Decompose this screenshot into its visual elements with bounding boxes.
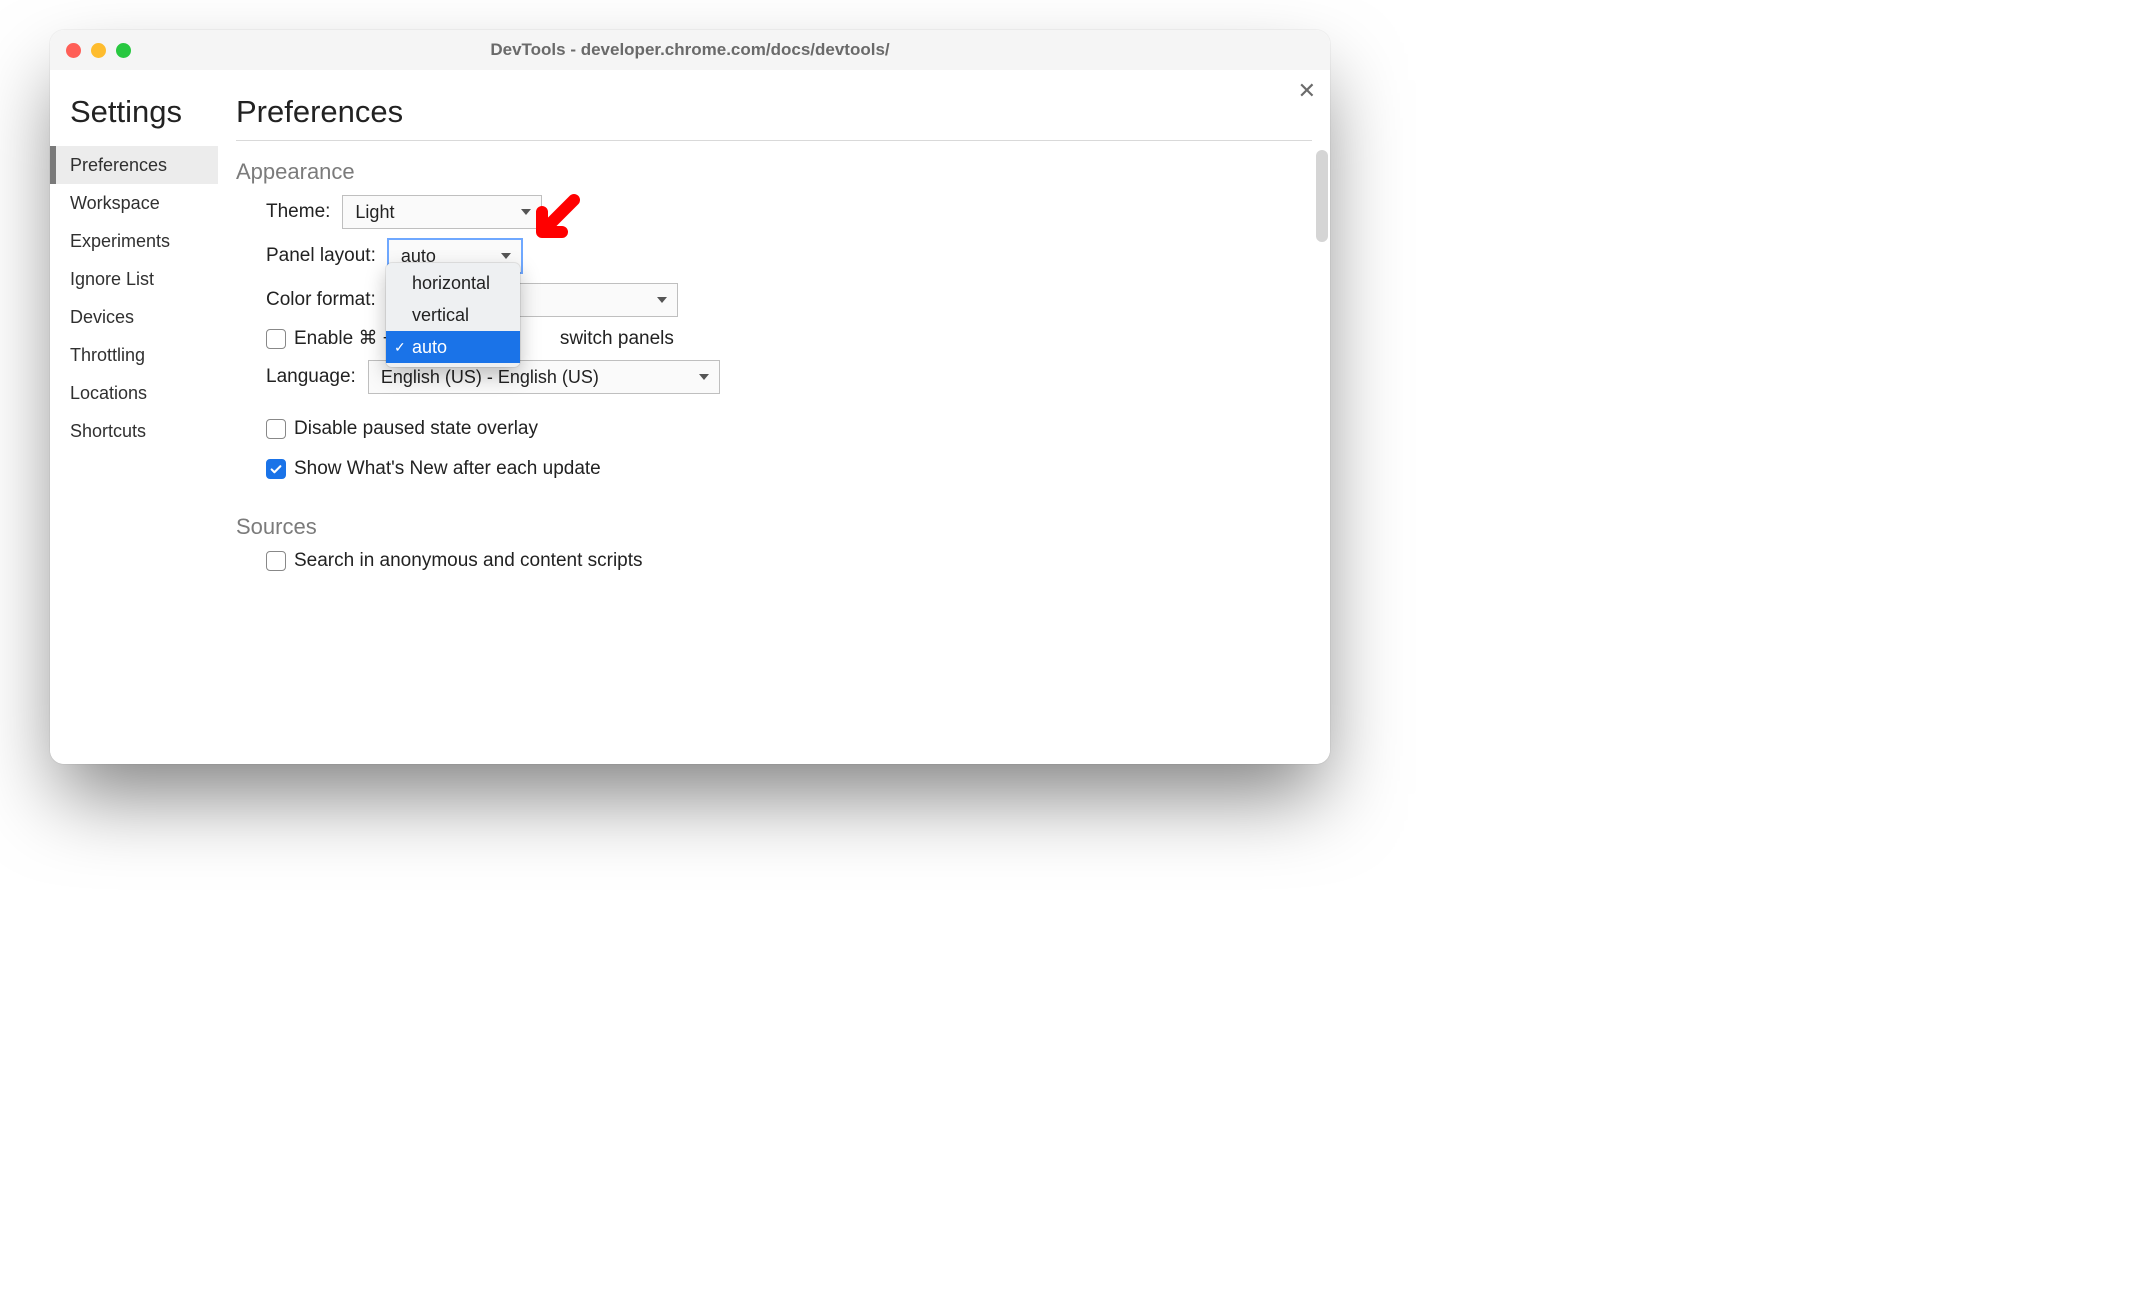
close-window-button[interactable] [66,43,81,58]
sidebar-item-label: Throttling [70,345,145,366]
whats-new-row: Show What's New after each update [266,458,1312,480]
disable-overlay-checkbox[interactable] [266,419,286,439]
panel-layout-option-auto[interactable]: auto [386,331,520,363]
theme-select-value: Light [355,202,394,223]
annotation-arrow-icon [526,194,582,250]
sidebar-item-experiments[interactable]: Experiments [50,222,218,260]
sidebar-item-label: Preferences [70,155,167,176]
sidebar-item-label: Ignore List [70,269,154,290]
sidebar-item-label: Shortcuts [70,421,146,442]
minimize-window-button[interactable] [91,43,106,58]
theme-label: Theme: [266,201,330,223]
titlebar: DevTools - developer.chrome.com/docs/dev… [50,30,1330,70]
chevron-down-icon [699,374,709,380]
panel-layout-dropdown: horizontal vertical auto [386,263,520,367]
disable-overlay-label: Disable paused state overlay [294,418,538,440]
sidebar-item-label: Devices [70,307,134,328]
window-frame: DevTools - developer.chrome.com/docs/dev… [50,30,1330,764]
sidebar-item-devices[interactable]: Devices [50,298,218,336]
panel-layout-label: Panel layout: [266,245,376,267]
enable-shortcut-label-before: Enable ⌘ + [294,327,394,350]
chevron-down-icon [657,297,667,303]
sidebar-item-preferences[interactable]: Preferences [50,146,218,184]
search-anon-checkbox[interactable] [266,551,286,571]
sidebar-item-label: Experiments [70,231,170,252]
search-anon-row: Search in anonymous and content scripts [266,550,1312,572]
theme-select[interactable]: Light [342,195,542,229]
sidebar: Settings Preferences Workspace Experimen… [50,70,218,764]
sidebar-item-ignore-list[interactable]: Ignore List [50,260,218,298]
sidebar-heading: Settings [70,94,218,130]
whats-new-label: Show What's New after each update [294,458,601,480]
language-label: Language: [266,366,356,388]
settings-pane: ✕ Settings Preferences Workspace Experim… [50,70,1330,764]
enable-shortcut-label-after: switch panels [560,328,674,350]
whats-new-checkbox[interactable] [266,459,286,479]
main-content: Preferences Appearance Theme: Light Pane… [218,70,1330,764]
disable-overlay-row: Disable paused state overlay [266,418,1312,440]
sidebar-item-shortcuts[interactable]: Shortcuts [50,412,218,450]
panel-layout-option-vertical[interactable]: vertical [386,299,520,331]
divider [236,140,1312,141]
search-anon-label: Search in anonymous and content scripts [294,550,643,572]
option-label: horizontal [412,273,490,294]
section-sources-title: Sources [236,514,1312,540]
window-title: DevTools - developer.chrome.com/docs/dev… [50,40,1330,60]
sidebar-item-label: Workspace [70,193,160,214]
sidebar-item-label: Locations [70,383,147,404]
chevron-down-icon [501,253,511,259]
zoom-window-button[interactable] [116,43,131,58]
enable-shortcut-checkbox[interactable] [266,329,286,349]
sidebar-item-locations[interactable]: Locations [50,374,218,412]
window-controls [66,43,131,58]
sidebar-item-workspace[interactable]: Workspace [50,184,218,222]
check-icon [269,462,283,476]
sidebar-item-throttling[interactable]: Throttling [50,336,218,374]
option-label: auto [412,337,447,358]
language-select-value: English (US) - English (US) [381,367,599,388]
color-format-label: Color format: [266,289,376,311]
scrollbar[interactable] [1316,150,1328,242]
theme-row: Theme: Light [266,195,1312,229]
page-title: Preferences [236,94,1312,130]
panel-layout-option-horizontal[interactable]: horizontal [386,267,520,299]
section-appearance-title: Appearance [236,159,1312,185]
option-label: vertical [412,305,469,326]
